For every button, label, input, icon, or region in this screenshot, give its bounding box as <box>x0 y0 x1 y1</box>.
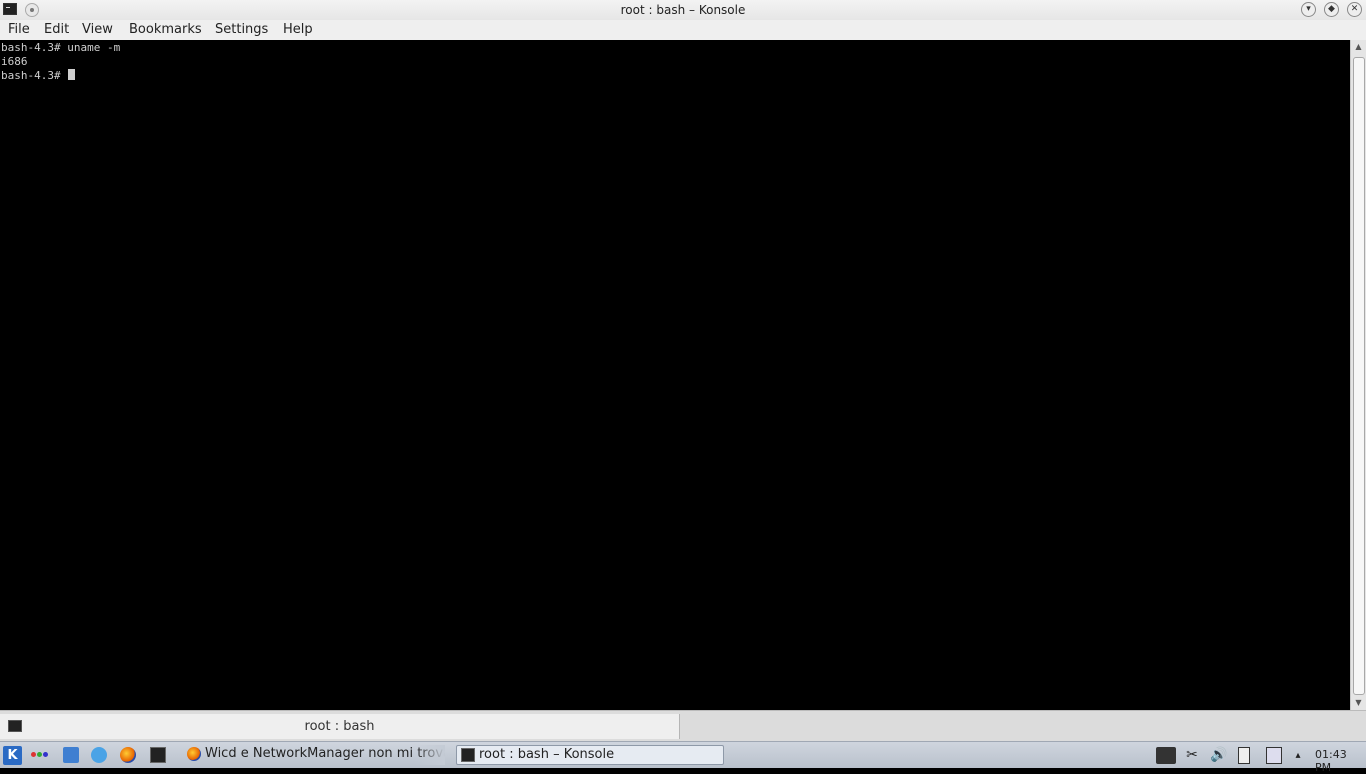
menu-edit[interactable]: Edit <box>44 22 69 37</box>
close-button[interactable]: ✕ <box>1347 2 1362 17</box>
display-icon[interactable] <box>1156 747 1176 764</box>
session-tab-bar: root : bash <box>0 710 1366 741</box>
terminal-area[interactable]: bash-4.3# uname -m i686 bash-4.3# <box>0 40 1350 710</box>
tab-label: root : bash <box>304 719 375 734</box>
terminal-prompt: bash-4.3# <box>1 69 68 82</box>
network-disconnected-icon[interactable] <box>1266 747 1282 764</box>
scroll-thumb[interactable] <box>1353 57 1365 695</box>
menu-settings[interactable]: Settings <box>215 22 268 37</box>
battery-icon[interactable] <box>1238 747 1250 764</box>
menu-help[interactable]: Help <box>283 22 313 37</box>
application-launcher-button[interactable]: K <box>3 746 22 765</box>
terminal-scrollbar[interactable]: ▲ ▼ <box>1350 40 1366 710</box>
activities-icon[interactable] <box>31 747 48 763</box>
terminal-line: bash-4.3# uname -m <box>1 41 121 54</box>
window-titlebar[interactable]: root : bash – Konsole ▾ ◆ ✕ <box>0 0 1366 20</box>
clock[interactable]: 01:43 PM <box>1315 748 1366 774</box>
file-manager-icon[interactable] <box>63 747 79 763</box>
menu-bookmarks[interactable]: Bookmarks <box>129 22 202 37</box>
window-title: root : bash – Konsole <box>620 3 746 17</box>
maximize-button[interactable]: ◆ <box>1324 2 1339 17</box>
menu-view[interactable]: View <box>82 22 113 37</box>
firefox-icon <box>187 747 201 761</box>
terminal-icon <box>461 748 475 762</box>
minimize-button[interactable]: ▾ <box>1301 2 1316 17</box>
task-label: Wicd e NetworkManager non mi trovano <box>205 746 445 761</box>
terminal-line: i686 <box>1 55 28 68</box>
menu-bar: File Edit View Bookmarks Settings Help <box>0 20 1366 40</box>
scroll-down-arrow-icon[interactable]: ▼ <box>1351 696 1366 710</box>
volume-icon[interactable]: 🔊 <box>1210 747 1228 764</box>
taskbar-task-konsole[interactable]: root : bash – Konsole <box>456 745 724 765</box>
firefox-icon[interactable] <box>120 747 136 763</box>
taskbar: K Wicd e NetworkManager non mi trovano r… <box>0 741 1366 774</box>
scroll-up-arrow-icon[interactable]: ▲ <box>1351 40 1366 54</box>
terminal-prompt-line: bash-4.3# <box>1 69 76 83</box>
tab-root-bash[interactable]: root : bash <box>0 714 680 739</box>
terminal-icon[interactable] <box>150 747 166 763</box>
text-cursor <box>68 69 76 80</box>
show-hidden-icons-icon[interactable]: ▴ <box>1292 747 1304 764</box>
taskbar-task-browser[interactable]: Wicd e NetworkManager non mi trovano <box>183 745 445 765</box>
scissors-icon[interactable]: ✂ <box>1183 747 1201 764</box>
task-label: root : bash – Konsole <box>479 747 615 762</box>
menu-file[interactable]: File <box>8 22 30 37</box>
system-settings-icon[interactable] <box>91 747 107 763</box>
